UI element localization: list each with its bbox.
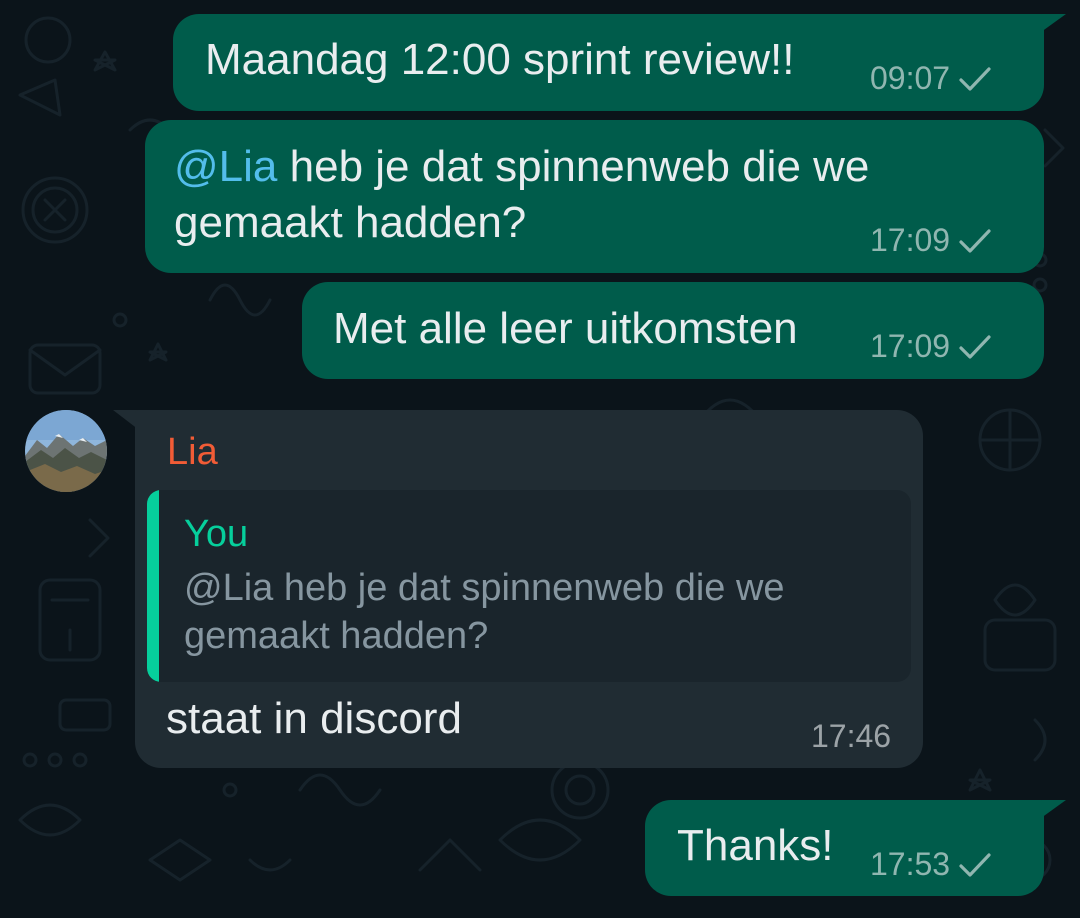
sender-name[interactable]: Lia [167,428,218,476]
quote-text-line1: @Lia heb je dat spinnenweb die we [184,567,785,609]
message-text: Thanks! [677,821,834,870]
message-time: 17:09 [870,328,951,364]
message-text: staat in discord [166,694,462,743]
message-meta: 09:07 [870,60,992,97]
outgoing-message[interactable]: @Lia heb je dat spinnenweb die we gemaak… [145,120,1044,273]
message-meta: 17:46 [811,718,891,755]
message-text: @Lia heb je dat spinnenweb die we [174,140,869,194]
message-text: Maandag 12:00 sprint review!! [205,35,795,84]
message-meta: 17:09 [870,222,992,259]
outgoing-message[interactable]: Maandag 12:00 sprint review!! 09:07 [173,14,1044,111]
message-time: 09:07 [870,60,951,96]
message-time: 17:46 [811,718,892,754]
mention-link[interactable]: @Lia [174,142,277,191]
contact-avatar[interactable] [25,410,107,492]
single-check-icon [959,228,991,253]
message-text: Met alle leer uitkomsten [333,304,798,353]
outgoing-message[interactable]: Met alle leer uitkomsten 17:09 [302,282,1044,379]
message-time: 17:53 [870,846,951,882]
message-meta: 17:09 [870,328,992,365]
quote-author: You [184,513,249,555]
message-text-line1: heb je dat spinnenweb die we [289,142,870,191]
message-time: 17:09 [870,222,951,258]
single-check-icon [959,334,991,359]
mountain-photo-avatar [25,410,107,492]
single-check-icon [959,852,991,877]
outgoing-message[interactable]: Thanks! 17:53 [645,800,1044,896]
quote-accent-bar [147,490,159,682]
quote-text-line2: gemaakt hadden? [184,615,489,657]
message-meta: 17:53 [870,846,992,883]
single-check-icon [959,66,991,91]
incoming-message[interactable]: Lia You @Lia heb je dat spinnenweb die w… [135,410,923,768]
message-text-line2: gemaakt hadden? [174,198,527,247]
quoted-message[interactable]: You @Lia heb je dat spinnenweb die we ge… [147,490,911,682]
chat-thread: Maandag 12:00 sprint review!! 09:07 @Lia… [0,0,1080,918]
